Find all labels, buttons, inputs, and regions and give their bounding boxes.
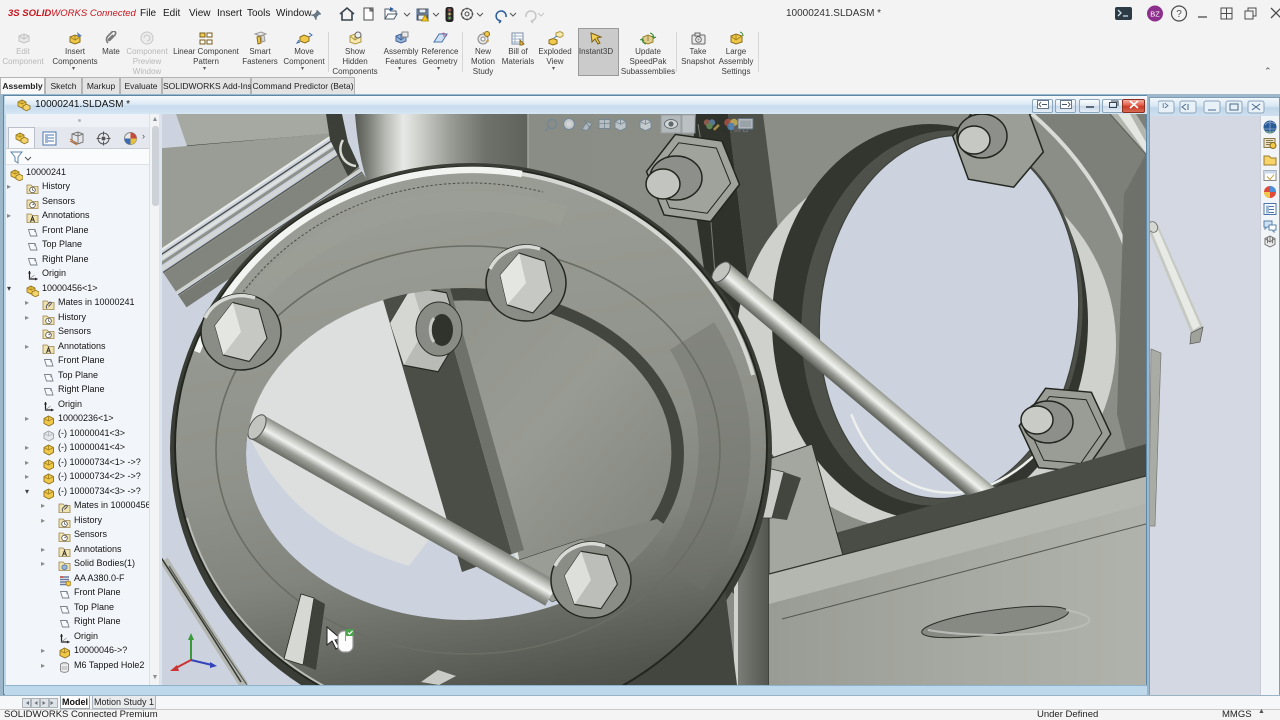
svg-text:?: ? bbox=[1176, 9, 1182, 20]
svg-text:BZ: BZ bbox=[1150, 10, 1160, 19]
